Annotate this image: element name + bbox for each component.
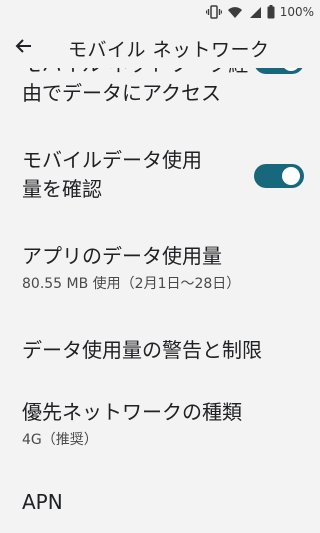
back-button[interactable] (0, 28, 48, 68)
setting-mobile-network-data-access[interactable]: モバイル ネットワーク経 由でデータにアクセス (22, 68, 304, 110)
setting-preferred-network-type[interactable]: 優先ネットワークの種類 4G（推奨） (22, 398, 304, 449)
setting-title: APN (22, 490, 63, 514)
battery-icon (267, 5, 275, 19)
setting-apn[interactable]: APN (22, 488, 304, 517)
app-bar: モバイル ネットワーク (0, 28, 320, 68)
page-title: モバイル ネットワーク (68, 38, 270, 61)
setting-data-warning-limit[interactable]: データ使用量の警告と制限 (22, 336, 304, 365)
setting-view-mobile-data-usage[interactable]: モバイルデータ使用 量を確認 (22, 146, 304, 212)
data-access-toggle[interactable] (254, 68, 304, 74)
data-usage-toggle[interactable] (254, 164, 304, 188)
settings-list[interactable]: モバイル ネットワーク経 由でデータにアクセス モバイルデータ使用 量を確認 ア… (0, 68, 320, 533)
setting-title: アプリのデータ使用量 (22, 244, 222, 268)
vibrate-icon (205, 5, 222, 19)
cell-signal-icon (248, 6, 262, 19)
battery-percent: 100% (279, 5, 314, 19)
setting-title: 優先ネットワークの種類 (22, 400, 242, 424)
toggle-knob (282, 167, 300, 185)
arrow-back-icon (15, 37, 33, 59)
setting-title: モバイル ネットワーク経 由でデータにアクセス (22, 68, 248, 105)
setting-summary: 80.55 MB 使用（2月1日〜28日） (22, 276, 241, 292)
setting-app-data-usage[interactable]: アプリのデータ使用量 80.55 MB 使用（2月1日〜28日） (22, 242, 304, 293)
setting-title: データ使用量の警告と制限 (22, 338, 262, 362)
status-bar: 100% (0, 0, 320, 24)
toggle-knob (282, 68, 300, 71)
wifi-icon (227, 6, 243, 19)
setting-summary: 4G（推奨） (22, 432, 98, 448)
